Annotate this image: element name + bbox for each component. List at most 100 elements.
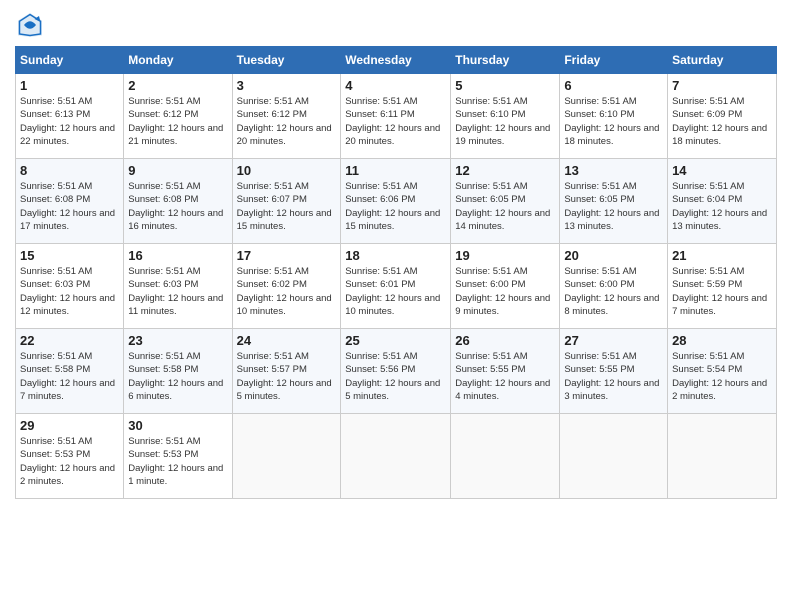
page-container: SundayMondayTuesdayWednesdayThursdayFrid… [0,0,792,509]
calendar-cell: 6 Sunrise: 5:51 AMSunset: 6:10 PMDaylight… [560,74,668,159]
calendar-body: 1 Sunrise: 5:51 AMSunset: 6:13 PMDaylight… [16,74,777,499]
day-number: 3 [237,78,337,93]
logo-icon [15,10,45,40]
day-info: Sunrise: 5:51 AMSunset: 5:59 PMDaylight:… [672,265,772,318]
calendar-cell [451,414,560,499]
calendar-cell: 23Sunrise: 5:51 AMSunset: 5:58 PMDayligh… [124,329,232,414]
calendar-cell [560,414,668,499]
day-info: Sunrise: 5:51 AMSunset: 6:05 PMDaylight:… [455,180,555,233]
calendar-week-row: 29 Sunrise: 5:51 AMSunset: 5:53 PMDayligh… [16,414,777,499]
calendar-cell: 5 Sunrise: 5:51 AMSunset: 6:10 PMDaylight… [451,74,560,159]
day-info: Sunrise: 5:51 AMSunset: 5:53 PMDaylight:… [128,435,227,488]
calendar-cell: 11 Sunrise: 5:51 AMSunset: 6:06 PMDayligh… [341,159,451,244]
day-info: Sunrise: 5:51 AMSunset: 6:07 PMDaylight:… [237,180,337,233]
logo [15,10,49,40]
day-info: Sunrise: 5:51 AMSunset: 5:56 PMDaylight:… [345,350,446,403]
calendar-cell: 14 Sunrise: 5:51 AMSunset: 6:04 PMDayligh… [668,159,777,244]
header [15,10,777,40]
day-info: Sunrise: 5:51 AMSunset: 6:11 PMDaylight:… [345,95,446,148]
day-info: Sunrise: 5:51 AMSunset: 5:55 PMDaylight:… [564,350,663,403]
day-number: 25 [345,333,446,348]
calendar-cell: 3 Sunrise: 5:51 AMSunset: 6:12 PMDaylight… [232,74,341,159]
day-number: 28 [672,333,772,348]
calendar-cell: 12 Sunrise: 5:51 AMSunset: 6:05 PMDayligh… [451,159,560,244]
day-number: 15 [20,248,119,263]
calendar-cell: 21 Sunrise: 5:51 AMSunset: 5:59 PMDayligh… [668,244,777,329]
calendar-cell: 4 Sunrise: 5:51 AMSunset: 6:11 PMDaylight… [341,74,451,159]
day-info: Sunrise: 5:51 AMSunset: 6:00 PMDaylight:… [564,265,663,318]
day-info: Sunrise: 5:51 AMSunset: 6:06 PMDaylight:… [345,180,446,233]
day-number: 11 [345,163,446,178]
weekday-header: Friday [560,47,668,74]
calendar-cell: 2 Sunrise: 5:51 AMSunset: 6:12 PMDaylight… [124,74,232,159]
day-number: 13 [564,163,663,178]
calendar-cell: 28 Sunrise: 5:51 AMSunset: 5:54 PMDayligh… [668,329,777,414]
day-number: 24 [237,333,337,348]
day-number: 29 [20,418,119,433]
calendar-cell [668,414,777,499]
day-info: Sunrise: 5:51 AMSunset: 6:02 PMDaylight:… [237,265,337,318]
calendar-cell: 18 Sunrise: 5:51 AMSunset: 6:01 PMDayligh… [341,244,451,329]
day-number: 22 [20,333,119,348]
calendar-cell: 17 Sunrise: 5:51 AMSunset: 6:02 PMDayligh… [232,244,341,329]
day-number: 26 [455,333,555,348]
day-number: 17 [237,248,337,263]
day-info: Sunrise: 5:51 AMSunset: 6:12 PMDaylight:… [237,95,337,148]
calendar-cell: 13 Sunrise: 5:51 AMSunset: 6:05 PMDayligh… [560,159,668,244]
day-info: Sunrise: 5:51 AMSunset: 6:03 PMDaylight:… [20,265,119,318]
calendar-cell: 25 Sunrise: 5:51 AMSunset: 5:56 PMDayligh… [341,329,451,414]
day-number: 30 [128,418,227,433]
day-number: 1 [20,78,119,93]
day-number: 7 [672,78,772,93]
day-number: 14 [672,163,772,178]
day-info: Sunrise: 5:51 AMSunset: 5:58 PMDaylight:… [128,350,227,403]
day-number: 18 [345,248,446,263]
weekday-header: Monday [124,47,232,74]
day-info: Sunrise: 5:51 AMSunset: 6:05 PMDaylight:… [564,180,663,233]
weekday-header: Wednesday [341,47,451,74]
calendar-cell: 19 Sunrise: 5:51 AMSunset: 6:00 PMDayligh… [451,244,560,329]
day-number: 21 [672,248,772,263]
weekday-header: Sunday [16,47,124,74]
day-info: Sunrise: 5:51 AMSunset: 6:00 PMDaylight:… [455,265,555,318]
day-info: Sunrise: 5:51 AMSunset: 6:12 PMDaylight:… [128,95,227,148]
calendar-cell: 15 Sunrise: 5:51 AMSunset: 6:03 PMDayligh… [16,244,124,329]
day-number: 16 [128,248,227,263]
calendar-cell: 26 Sunrise: 5:51 AMSunset: 5:55 PMDayligh… [451,329,560,414]
day-info: Sunrise: 5:51 AMSunset: 6:09 PMDaylight:… [672,95,772,148]
weekday-header: Tuesday [232,47,341,74]
day-number: 12 [455,163,555,178]
day-number: 5 [455,78,555,93]
calendar-cell: 7 Sunrise: 5:51 AMSunset: 6:09 PMDaylight… [668,74,777,159]
day-info: Sunrise: 5:51 AMSunset: 6:01 PMDaylight:… [345,265,446,318]
day-info: Sunrise: 5:51 AMSunset: 6:10 PMDaylight:… [455,95,555,148]
day-number: 19 [455,248,555,263]
day-info: Sunrise: 5:51 AMSunset: 6:03 PMDaylight:… [128,265,227,318]
calendar-cell: 8Sunrise: 5:51 AMSunset: 6:08 PMDaylight… [16,159,124,244]
day-number: 27 [564,333,663,348]
calendar-week-row: 8Sunrise: 5:51 AMSunset: 6:08 PMDaylight… [16,159,777,244]
day-number: 4 [345,78,446,93]
calendar-cell: 22Sunrise: 5:51 AMSunset: 5:58 PMDayligh… [16,329,124,414]
day-info: Sunrise: 5:51 AMSunset: 5:54 PMDaylight:… [672,350,772,403]
day-number: 8 [20,163,119,178]
calendar-week-row: 1 Sunrise: 5:51 AMSunset: 6:13 PMDaylight… [16,74,777,159]
day-number: 6 [564,78,663,93]
calendar-cell: 24Sunrise: 5:51 AMSunset: 5:57 PMDayligh… [232,329,341,414]
calendar-cell: 30 Sunrise: 5:51 AMSunset: 5:53 PMDayligh… [124,414,232,499]
weekday-header: Saturday [668,47,777,74]
day-number: 10 [237,163,337,178]
calendar-cell: 1 Sunrise: 5:51 AMSunset: 6:13 PMDaylight… [16,74,124,159]
calendar-week-row: 15 Sunrise: 5:51 AMSunset: 6:03 PMDayligh… [16,244,777,329]
day-info: Sunrise: 5:51 AMSunset: 6:13 PMDaylight:… [20,95,119,148]
calendar-cell: 29Sunrise: 5:51 AMSunset: 5:53 PMDayligh… [16,414,124,499]
calendar-cell [341,414,451,499]
calendar-week-row: 22 Sunrise: 5:51 AMSunset: 5:58 PMDayligh… [16,329,777,414]
day-info: Sunrise: 5:51 AMSunset: 6:04 PMDaylight:… [672,180,772,233]
calendar-cell: 20Sunrise: 5:51 AMSunset: 6:00 PMDayligh… [560,244,668,329]
day-info: Sunrise: 5:51 AMSunset: 6:10 PMDaylight:… [564,95,663,148]
day-info: Sunrise: 5:51 AMSunset: 5:55 PMDaylight:… [455,350,555,403]
weekday-header: Thursday [451,47,560,74]
calendar-header: SundayMondayTuesdayWednesdayThursdayFrid… [16,47,777,74]
day-number: 2 [128,78,227,93]
